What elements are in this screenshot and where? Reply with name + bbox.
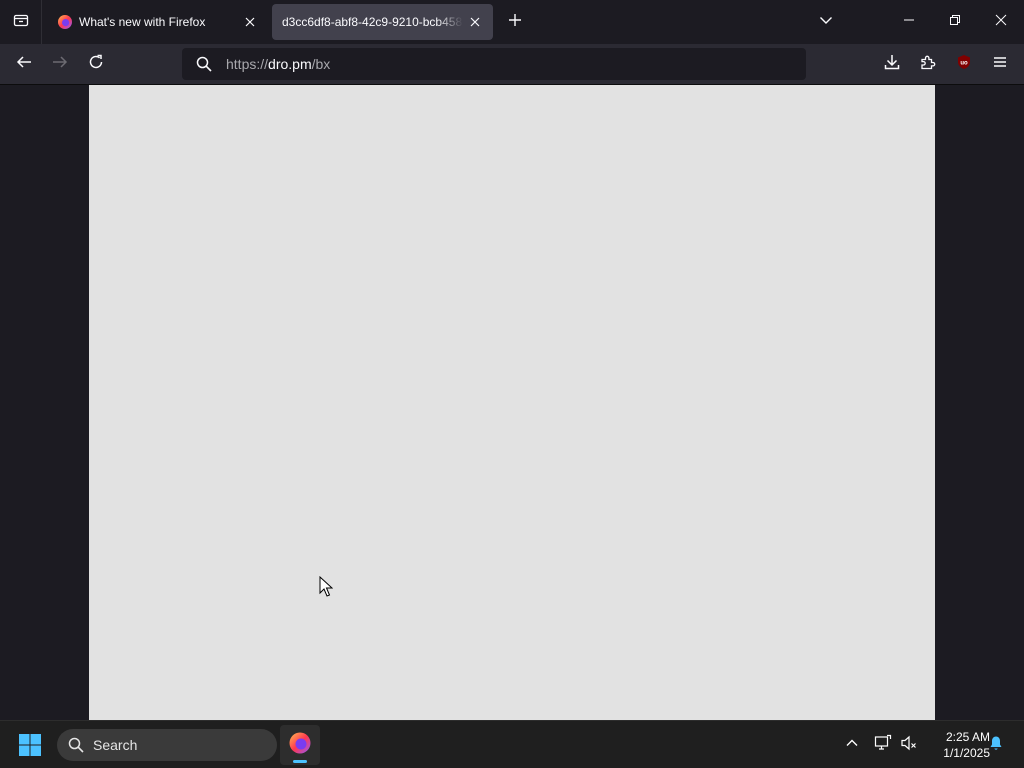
taskbar-firefox-button[interactable] (280, 725, 320, 765)
restore-button[interactable] (932, 0, 978, 44)
ublock-origin-icon: uo (956, 54, 972, 75)
tab-list-button[interactable] (0, 0, 42, 44)
close-icon[interactable] (463, 10, 487, 34)
url-text: https://dro.pm/bx (226, 56, 330, 72)
chevron-up-icon (845, 736, 859, 755)
close-icon (995, 13, 1007, 31)
downloads-button[interactable] (878, 50, 906, 78)
forward-button[interactable] (46, 50, 74, 78)
clock-time: 2:25 AM (945, 730, 990, 744)
system-clock[interactable]: 2:25 AM 1/1/2025 (920, 729, 990, 761)
window-close-button[interactable] (978, 0, 1024, 44)
back-button[interactable] (10, 50, 38, 78)
chevron-down-icon (819, 13, 833, 32)
notifications-button[interactable] (986, 735, 1006, 755)
minimize-icon (903, 13, 915, 31)
plus-icon (508, 13, 522, 32)
mouse-cursor-icon (319, 575, 334, 603)
tab-strip: What's new with Firefox d3cc6df8-abf8-42… (0, 0, 1024, 44)
url-scheme: https:// (226, 56, 269, 72)
reload-button[interactable] (82, 50, 110, 78)
new-tab-button[interactable] (503, 10, 527, 34)
url-path: /bx (311, 56, 331, 72)
navigation-toolbar: https://dro.pm/bx uo (0, 44, 1024, 85)
svg-text:uo: uo (960, 60, 968, 66)
clock-date: 1/1/2025 (943, 746, 990, 760)
tray-overflow-button[interactable] (842, 735, 862, 755)
start-button[interactable] (18, 733, 42, 757)
tab-title: What's new with Firefox (79, 15, 206, 29)
volume-button[interactable] (899, 735, 919, 755)
url-bar[interactable]: https://dro.pm/bx (182, 48, 806, 80)
tab-list-icon (13, 12, 29, 33)
firefox-favicon-icon (57, 14, 73, 30)
taskbar-search-box[interactable]: Search (57, 729, 277, 761)
url-host: dro.pm (268, 56, 312, 72)
running-indicator (293, 760, 307, 763)
search-icon (68, 737, 84, 753)
network-icon (874, 734, 892, 757)
ublock-origin-button[interactable]: uo (950, 50, 978, 78)
firefox-icon (288, 731, 312, 760)
tab-active-uuid[interactable]: d3cc6df8-abf8-42c9-9210-bcb458a (272, 4, 493, 40)
windows-start-icon (18, 734, 42, 761)
windows-taskbar: Search 2:25 AM 1/1/2025 (0, 720, 1024, 768)
search-icon (196, 56, 212, 72)
tab-whats-new[interactable]: What's new with Firefox (46, 4, 268, 40)
taskbar-search-label: Search (93, 737, 138, 753)
reload-icon (88, 54, 104, 75)
browser-content-area (0, 85, 1024, 720)
bell-icon (988, 735, 1004, 756)
app-menu-button[interactable] (986, 50, 1014, 78)
download-icon (884, 54, 900, 75)
hamburger-menu-icon (992, 54, 1008, 75)
back-arrow-icon (16, 54, 32, 75)
minimize-button[interactable] (886, 0, 932, 44)
restore-icon (949, 13, 961, 31)
page-canvas[interactable] (89, 85, 935, 720)
forward-arrow-icon (52, 54, 68, 75)
list-all-tabs-button[interactable] (814, 10, 838, 34)
network-button[interactable] (873, 734, 893, 757)
volume-muted-icon (900, 734, 918, 757)
close-icon[interactable] (238, 10, 262, 34)
extensions-button[interactable] (914, 50, 942, 78)
puzzle-icon (920, 54, 936, 75)
tab-title: d3cc6df8-abf8-42c9-9210-bcb458a (282, 15, 463, 29)
